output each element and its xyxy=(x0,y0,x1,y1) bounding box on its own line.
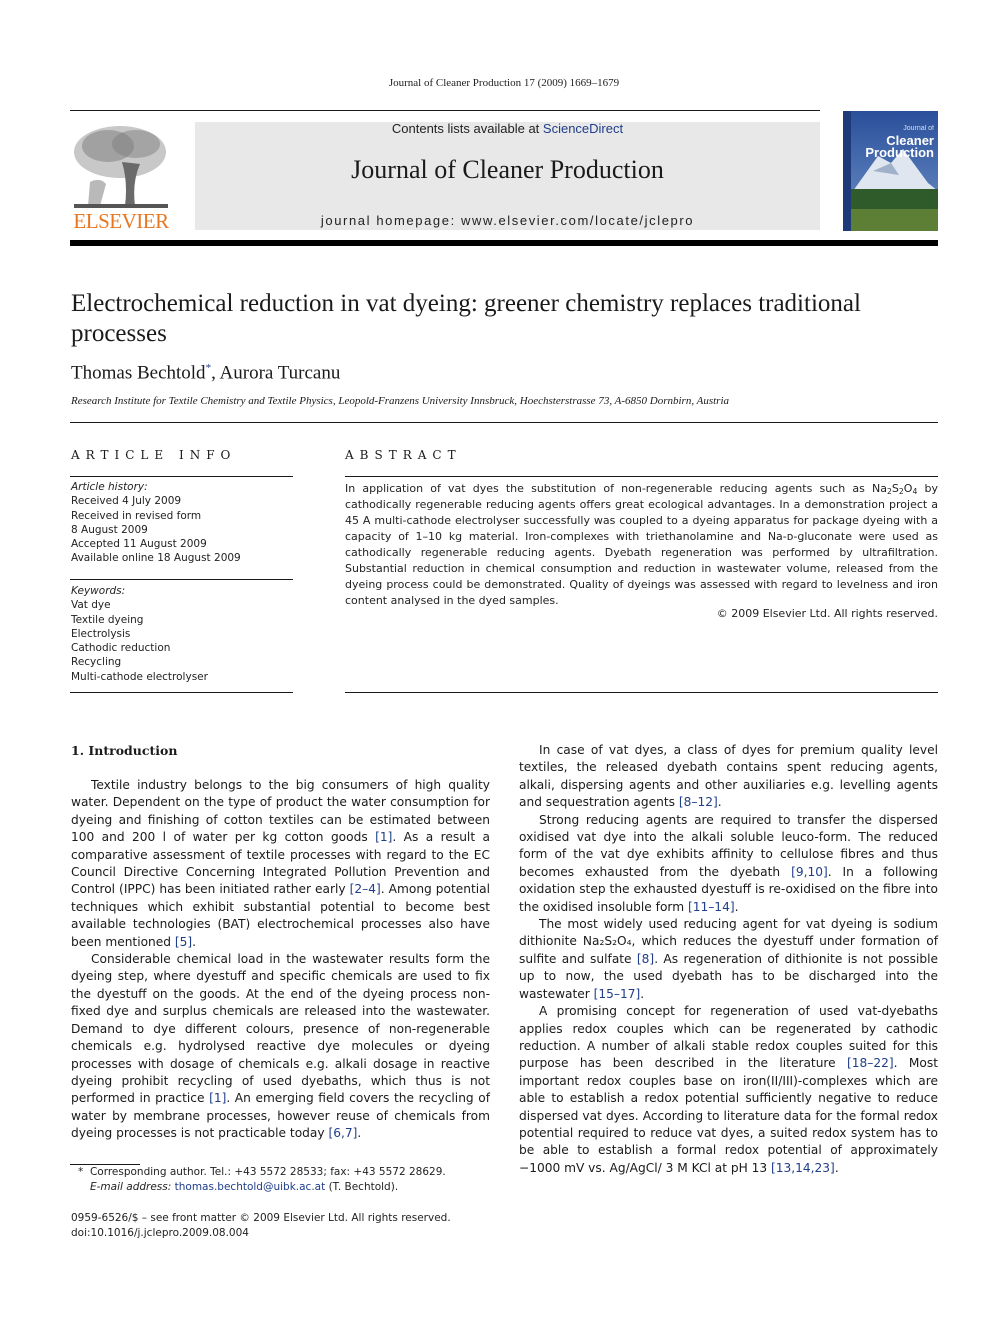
header-bottom-rule xyxy=(70,240,938,246)
front-matter: 0959-6526/$ – see front matter © 2009 El… xyxy=(71,1211,501,1241)
keyword: Textile dyeing xyxy=(71,613,144,626)
body-paragraph: In case of vat dyes, a class of dyes for… xyxy=(519,742,938,812)
abstract-text-part: In application of vat dyes the substitut… xyxy=(345,482,887,495)
article-title: Electrochemical reduction in vat dyeing:… xyxy=(71,290,861,347)
paragraph-text: . xyxy=(357,1126,362,1141)
author-name[interactable]: Aurora Turcanu xyxy=(220,362,341,383)
corresponding-footnote: * Corresponding author. Tel.: +43 5572 2… xyxy=(78,1165,498,1195)
author-separator: , xyxy=(211,362,220,384)
abstract-copyright: © 2009 Elsevier Ltd. All rights reserved… xyxy=(716,607,938,620)
author-list: Thomas Bechtold*, Aurora Turcanu xyxy=(71,362,340,384)
citation-link[interactable]: [11–14] xyxy=(688,900,735,914)
journal-homepage[interactable]: journal homepage: www.elsevier.com/locat… xyxy=(195,213,820,228)
keyword: Electrolysis xyxy=(71,627,131,640)
body-paragraph: Strong reducing agents are required to t… xyxy=(519,812,938,916)
contents-line: Contents lists available at ScienceDirec… xyxy=(195,121,820,136)
paragraph-text: . xyxy=(640,986,645,1001)
paragraph-text: . Most important redox couples base on i… xyxy=(519,1056,938,1175)
sciencedirect-link[interactable]: ScienceDirect xyxy=(543,121,623,136)
citation-link[interactable]: [5] xyxy=(175,935,192,949)
affiliation: Research Institute for Textile Chemistry… xyxy=(71,395,730,407)
paragraph-text: In case of vat dyes, a class of dyes for… xyxy=(519,743,938,810)
email-label: E-mail address: xyxy=(90,1181,175,1193)
header-top-rule xyxy=(70,110,820,111)
footnote-mark: * xyxy=(78,1166,84,1178)
citation-link[interactable]: [1] xyxy=(209,1091,226,1105)
keywords-rule xyxy=(70,579,293,580)
abstract-heading: ABSTRACT xyxy=(345,448,462,462)
cover-title-line1: Journal of xyxy=(903,125,934,132)
journal-cover[interactable]: Journal of Cleaner Production xyxy=(843,111,938,231)
citation-link[interactable]: [13,14,23] xyxy=(771,1161,835,1175)
article-history: Article history: Received 4 July 2009 Re… xyxy=(71,480,293,566)
journal-title: Journal of Cleaner Production xyxy=(351,155,664,184)
abstract-text-part: S xyxy=(891,482,899,495)
history-item: Available online 18 August 2009 xyxy=(71,552,241,565)
citation-link[interactable]: [18–22] xyxy=(847,1056,894,1070)
elsevier-wordmark: ELSEVIER xyxy=(73,209,169,233)
citation-link[interactable]: [15–17] xyxy=(594,987,641,1001)
history-item: 8 August 2009 xyxy=(71,523,148,536)
keywords: Keywords: Vat dye Textile dyeing Electro… xyxy=(71,584,293,684)
corresponding-author-contact: Corresponding author. Tel.: +43 5572 285… xyxy=(89,1166,446,1178)
email-suffix: (T. Bechtold). xyxy=(325,1181,399,1193)
keyword: Recycling xyxy=(71,656,122,669)
body-left-column: Textile industry belongs to the big cons… xyxy=(71,777,490,1143)
elsevier-logo[interactable]: ELSEVIER xyxy=(70,122,172,234)
abstract-rule xyxy=(345,476,938,477)
paragraph-text: . xyxy=(834,1160,839,1175)
article-info-heading: ARTICLE INFO xyxy=(71,448,237,462)
tree-icon xyxy=(70,122,172,212)
running-head: Journal of Cleaner Production 17 (2009) … xyxy=(388,77,620,89)
citation-link[interactable]: [8] xyxy=(637,952,654,966)
body-paragraph: Considerable chemical load in the wastew… xyxy=(71,951,490,1142)
history-item: Received in revised form xyxy=(71,509,202,522)
contents-prefix: Contents lists available at xyxy=(391,121,543,136)
citation-link[interactable]: [9,10] xyxy=(791,865,828,879)
history-label: Article history: xyxy=(71,481,148,493)
body-paragraph: A promising concept for regeneration of … xyxy=(519,1003,938,1177)
citation-link[interactable]: [6,7] xyxy=(328,1126,357,1140)
article-info-rule xyxy=(70,476,293,477)
keyword: Multi-cathode electrolyser xyxy=(71,670,208,683)
citation-link[interactable]: [1] xyxy=(375,830,392,844)
body-right-column: In case of vat dyes, a class of dyes for… xyxy=(519,742,938,1177)
section-heading-introduction: 1. Introduction xyxy=(71,743,178,758)
abstract-text: In application of vat dyes the substitut… xyxy=(345,481,938,609)
doi-line[interactable]: doi:10.1016/j.jclepro.2009.08.004 xyxy=(71,1226,501,1241)
citation-link[interactable]: [2–4] xyxy=(350,882,381,896)
keyword: Vat dye xyxy=(71,599,111,612)
keyword: Cathodic reduction xyxy=(71,642,171,655)
author-name[interactable]: Thomas Bechtold xyxy=(71,362,206,383)
article-info-bottom-rule xyxy=(70,692,293,693)
abstract-text-part: by cathodically regenerable reducing age… xyxy=(345,482,939,607)
abstract-bottom-rule xyxy=(345,692,938,693)
title-block-rule xyxy=(70,422,938,423)
body-paragraph: The most widely used reducing agent for … xyxy=(519,916,938,1003)
paragraph-text: . xyxy=(717,795,722,810)
paragraph-text: Considerable chemical load in the wastew… xyxy=(71,952,490,1106)
cover-title-line3: Production xyxy=(865,145,934,160)
body-paragraph: Textile industry belongs to the big cons… xyxy=(71,777,490,951)
keywords-label: Keywords: xyxy=(71,585,126,597)
email-link[interactable]: thomas.bechtold@uibk.ac.at xyxy=(175,1181,326,1193)
paragraph-text: . xyxy=(192,934,197,949)
citation-link[interactable]: [8–12] xyxy=(679,795,718,809)
cover-title: Journal of Cleaner Production xyxy=(865,123,934,159)
history-item: Received 4 July 2009 xyxy=(71,495,182,508)
paragraph-text: . xyxy=(734,899,739,914)
history-item: Accepted 11 August 2009 xyxy=(71,538,207,551)
issn-line: 0959-6526/$ – see front matter © 2009 El… xyxy=(71,1212,451,1224)
